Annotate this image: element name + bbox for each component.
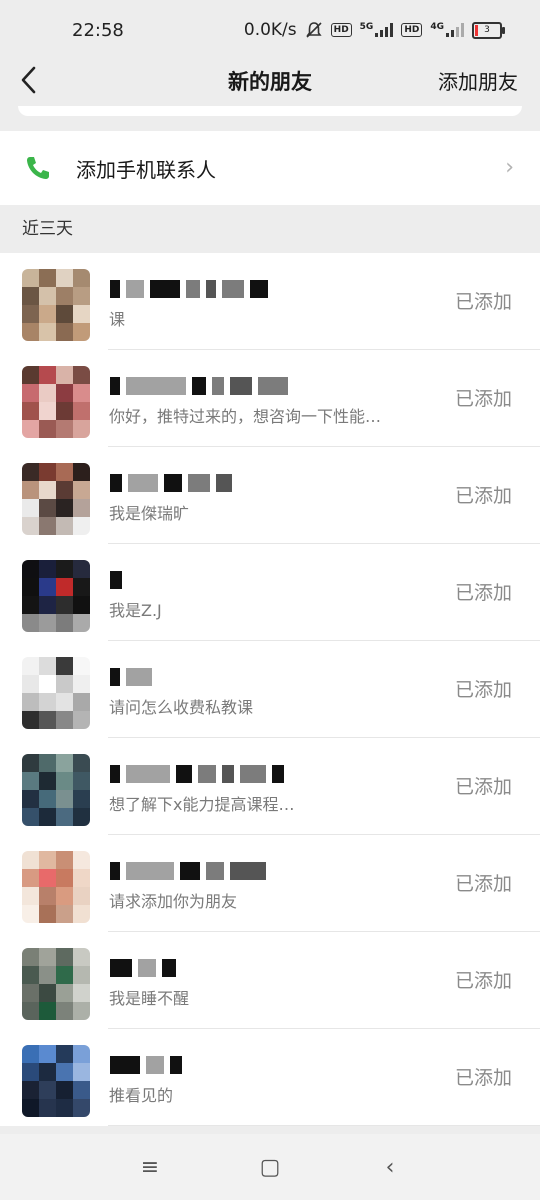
avatar[interactable]	[22, 1045, 90, 1117]
network-type-5g: 5G	[359, 22, 374, 32]
avatar[interactable]	[22, 657, 90, 729]
network-type-4g: 4G	[430, 22, 444, 32]
home-icon[interactable]: ▢	[210, 1155, 330, 1180]
mute-bell-icon	[306, 22, 322, 38]
battery-level: 3	[484, 24, 490, 35]
network-speed: 0.0K/s	[243, 20, 297, 40]
contact-name-redacted	[110, 473, 232, 493]
request-message: 你好，推特过来的，想咨询一下性能…	[109, 407, 382, 426]
battery-icon: 3	[472, 21, 505, 39]
menu-icon[interactable]: ≡	[90, 1155, 210, 1180]
friend-request-row[interactable]: 请问怎么收费私教课 已添加	[0, 641, 540, 738]
hd-badge: HD	[330, 23, 352, 37]
avatar[interactable]	[22, 463, 90, 535]
request-message: 请求添加你为朋友	[109, 892, 238, 911]
back-button[interactable]	[14, 60, 44, 100]
avatar[interactable]	[22, 366, 90, 438]
section-header: 近三天	[22, 219, 73, 239]
added-status: 已添加	[454, 776, 512, 798]
friend-request-row[interactable]: 我是睡不醒 已添加	[0, 932, 540, 1029]
signal-bars-icon	[375, 23, 394, 37]
add-phone-contacts-label: 添加手机联系人	[76, 157, 216, 182]
contact-name-redacted	[110, 764, 284, 784]
friend-request-row[interactable]: 想了解下x能力提高课程… 已添加	[0, 738, 540, 835]
contact-name-redacted	[110, 861, 266, 881]
signal-5g: 5G	[360, 23, 394, 37]
clock: 22:58	[72, 19, 124, 41]
contact-name-redacted	[110, 570, 122, 590]
system-nav-bar: ≡ ▢ ‹	[0, 1134, 540, 1200]
added-status: 已添加	[454, 388, 512, 410]
back-icon[interactable]: ‹	[330, 1155, 450, 1180]
request-message: 我是傑瑞旷	[109, 504, 190, 523]
added-status: 已添加	[454, 485, 512, 507]
request-message: 请问怎么收费私教课	[109, 698, 254, 717]
friend-request-row[interactable]: 推看见的 已添加	[0, 1029, 540, 1126]
added-status: 已添加	[454, 873, 512, 895]
contact-name-redacted	[110, 958, 176, 978]
avatar[interactable]	[22, 948, 90, 1020]
status-indicators: 0.0K/s HD 5G HD 4G 3	[243, 20, 505, 40]
contact-name-redacted	[110, 667, 152, 687]
avatar[interactable]	[22, 754, 90, 826]
added-status: 已添加	[454, 582, 512, 604]
phone-icon	[27, 157, 49, 179]
avatar[interactable]	[22, 560, 90, 632]
added-status: 已添加	[454, 1067, 512, 1089]
request-message: 想了解下x能力提高课程…	[109, 795, 295, 814]
avatar[interactable]	[22, 851, 90, 923]
hd-badge-2: HD	[401, 23, 423, 37]
request-message: 我是睡不醒	[109, 989, 190, 1008]
friend-request-row[interactable]: 请求添加你为朋友 已添加	[0, 835, 540, 932]
friend-request-row[interactable]: 你好，推特过来的，想咨询一下性能… 已添加	[0, 350, 540, 447]
signal-4g: 4G	[430, 23, 464, 37]
add-friend-button[interactable]: 添加朋友	[438, 66, 518, 95]
add-phone-contacts-row[interactable]: 添加手机联系人 ›	[0, 131, 540, 205]
signal-bars-icon-2	[446, 23, 464, 37]
avatar[interactable]	[22, 269, 90, 341]
added-status: 已添加	[454, 679, 512, 701]
request-message: 推看见的	[109, 1086, 174, 1105]
request-message: 我是Z.J	[109, 601, 162, 620]
search-bar-edge[interactable]	[18, 106, 522, 116]
added-status: 已添加	[454, 970, 512, 992]
friend-request-row[interactable]: 我是傑瑞旷 已添加	[0, 447, 540, 544]
added-status: 已添加	[454, 291, 512, 313]
nav-bar: 新的朋友 添加朋友	[0, 60, 540, 104]
contact-name-redacted	[110, 1055, 182, 1075]
friend-request-row[interactable]: 课 已添加	[0, 253, 540, 350]
friend-request-list: 课已添加 你好，推特过来的，想咨询一下性能… 已添加 我是傑瑞旷 已添加 我是Z.J 已添加…	[0, 253, 540, 1126]
chevron-right-icon: ›	[505, 155, 514, 180]
contact-name-redacted	[110, 279, 268, 299]
status-bar: 22:58 0.0K/s HD 5G HD 4G 3	[0, 0, 540, 60]
contact-name-redacted	[110, 376, 288, 396]
request-message: 课	[109, 310, 126, 329]
friend-request-row[interactable]: 我是Z.J 已添加	[0, 544, 540, 641]
